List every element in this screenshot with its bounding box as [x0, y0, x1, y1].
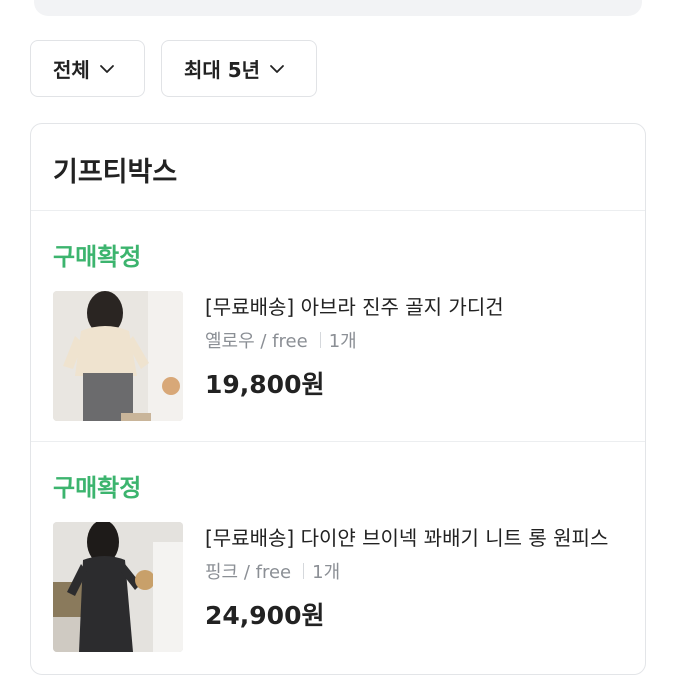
filter-period-button[interactable]: 최대 5년 [161, 40, 317, 97]
chevron-down-icon [99, 61, 115, 77]
product-quantity: 1개 [328, 331, 357, 352]
option-separator [303, 563, 305, 579]
order-status: 구매확정 [53, 243, 142, 271]
product-title[interactable]: [무료배송] 다이얀 브이넥 꽈배기 니트 롱 원피스 [205, 522, 635, 551]
product-quantity: 1개 [312, 562, 341, 583]
option-separator [319, 332, 321, 348]
product-options: 옐로우 / free 1개 [205, 327, 357, 353]
product-price: 24,900원 [205, 601, 325, 630]
search-bar[interactable] [34, 0, 642, 16]
store-name[interactable]: 기프티박스 [53, 150, 177, 189]
product-option: 옐로우 / free [205, 331, 308, 352]
product-thumbnail[interactable] [53, 291, 183, 421]
filter-all-button[interactable]: 전체 [30, 40, 145, 97]
order-status: 구매확정 [53, 474, 142, 502]
filter-bar: 전체 최대 5년 [30, 40, 317, 97]
product-options: 핑크 / free 1개 [205, 558, 340, 584]
product-title[interactable]: [무료배송] 아브라 진주 골지 가디건 [205, 291, 635, 320]
product-thumbnail[interactable] [53, 522, 183, 652]
filter-period-label: 최대 5년 [184, 58, 261, 82]
order-card: 기프티박스 구매확정 [무료배송] 아브라 진주 골지 가디건 옐로우 / fr… [30, 123, 646, 675]
product-price: 19,800원 [205, 370, 325, 399]
order-item[interactable]: 구매확정 [무료배송] 아브라 진주 골지 가디건 옐로우 / free 1개 … [31, 211, 645, 441]
filter-all-label: 전체 [53, 58, 90, 82]
product-option: 핑크 / free [205, 562, 292, 583]
order-item[interactable]: 구매확정 [무료배송] 다이얀 브이넥 꽈배기 니트 롱 원피스 핑크 / fr… [31, 442, 645, 672]
chevron-down-icon [269, 61, 285, 77]
